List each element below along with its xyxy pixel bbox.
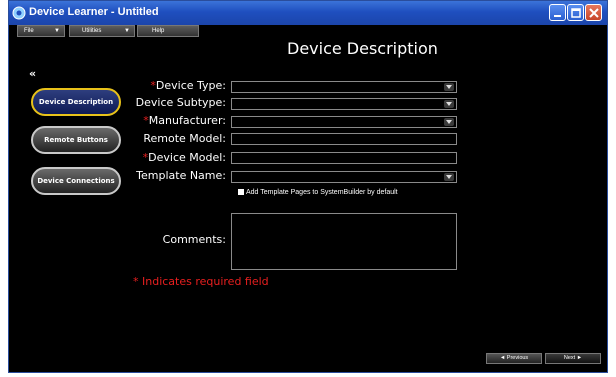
chevron-down-icon [444,83,454,91]
device-type-label: *Device Type: [150,79,226,92]
device-subtype-label: Device Subtype: [135,96,226,109]
device-model-label-text: Device Model: [148,151,226,164]
device-subtype-select[interactable] [231,98,457,110]
add-template-checkbox-row[interactable]: Add Template Pages to SystemBuilder by d… [238,189,398,196]
menu-help-label: Help [152,28,165,34]
remote-model-label: Remote Model: [143,132,226,145]
previous-button[interactable]: ◄ Previous [486,353,542,364]
device-type-select[interactable] [231,81,457,93]
nav-remote-buttons[interactable]: Remote Buttons [31,126,121,154]
chevron-down-icon: ▼ [54,28,60,34]
manufacturer-label-text: Manufacturer: [148,114,226,127]
add-template-checkbox-label: Add Template Pages to SystemBuilder by d… [246,189,398,196]
page-title: Device Description [287,39,438,58]
add-template-checkbox[interactable] [238,189,244,195]
comments-label: Comments: [162,233,226,246]
device-model-input[interactable] [231,152,457,164]
menu-utilities[interactable]: Utilities ▼ [69,25,135,37]
manufacturer-select[interactable] [231,116,457,128]
comments-textarea[interactable] [231,213,457,270]
app-window: Device Learner - Untitled File ▼ Utiliti… [8,0,608,373]
close-button[interactable] [585,4,602,21]
template-name-label: Template Name: [136,169,226,182]
device-type-label-text: Device Type: [155,79,226,92]
template-name-select[interactable] [231,171,457,183]
required-field-note: * Indicates required field [133,275,269,288]
device-model-label: *Device Model: [143,151,226,164]
remote-model-input[interactable] [231,133,457,145]
nav-device-connections[interactable]: Device Connections [31,167,121,195]
menu-help[interactable]: Help [137,25,199,37]
window-title: Device Learner - Untitled [29,6,159,18]
chevron-down-icon [444,173,454,181]
chevron-down-icon: ▼ [124,28,130,34]
menu-file[interactable]: File ▼ [17,25,65,37]
menu-bar: File ▼ Utilities ▼ Help [9,25,607,37]
menu-utilities-label: Utilities [82,28,102,34]
minimize-button[interactable] [549,4,566,21]
title-bar[interactable]: Device Learner - Untitled [9,1,607,25]
manufacturer-label: *Manufacturer: [143,114,226,127]
collapse-sidebar-icon[interactable]: « [29,67,36,80]
next-button[interactable]: Next ► [545,353,601,364]
chevron-down-icon [444,100,454,108]
chevron-down-icon [444,118,454,126]
maximize-button[interactable] [567,4,584,21]
app-icon [12,5,26,20]
menu-file-label: File [24,28,34,34]
nav-device-description[interactable]: Device Description [31,88,121,116]
